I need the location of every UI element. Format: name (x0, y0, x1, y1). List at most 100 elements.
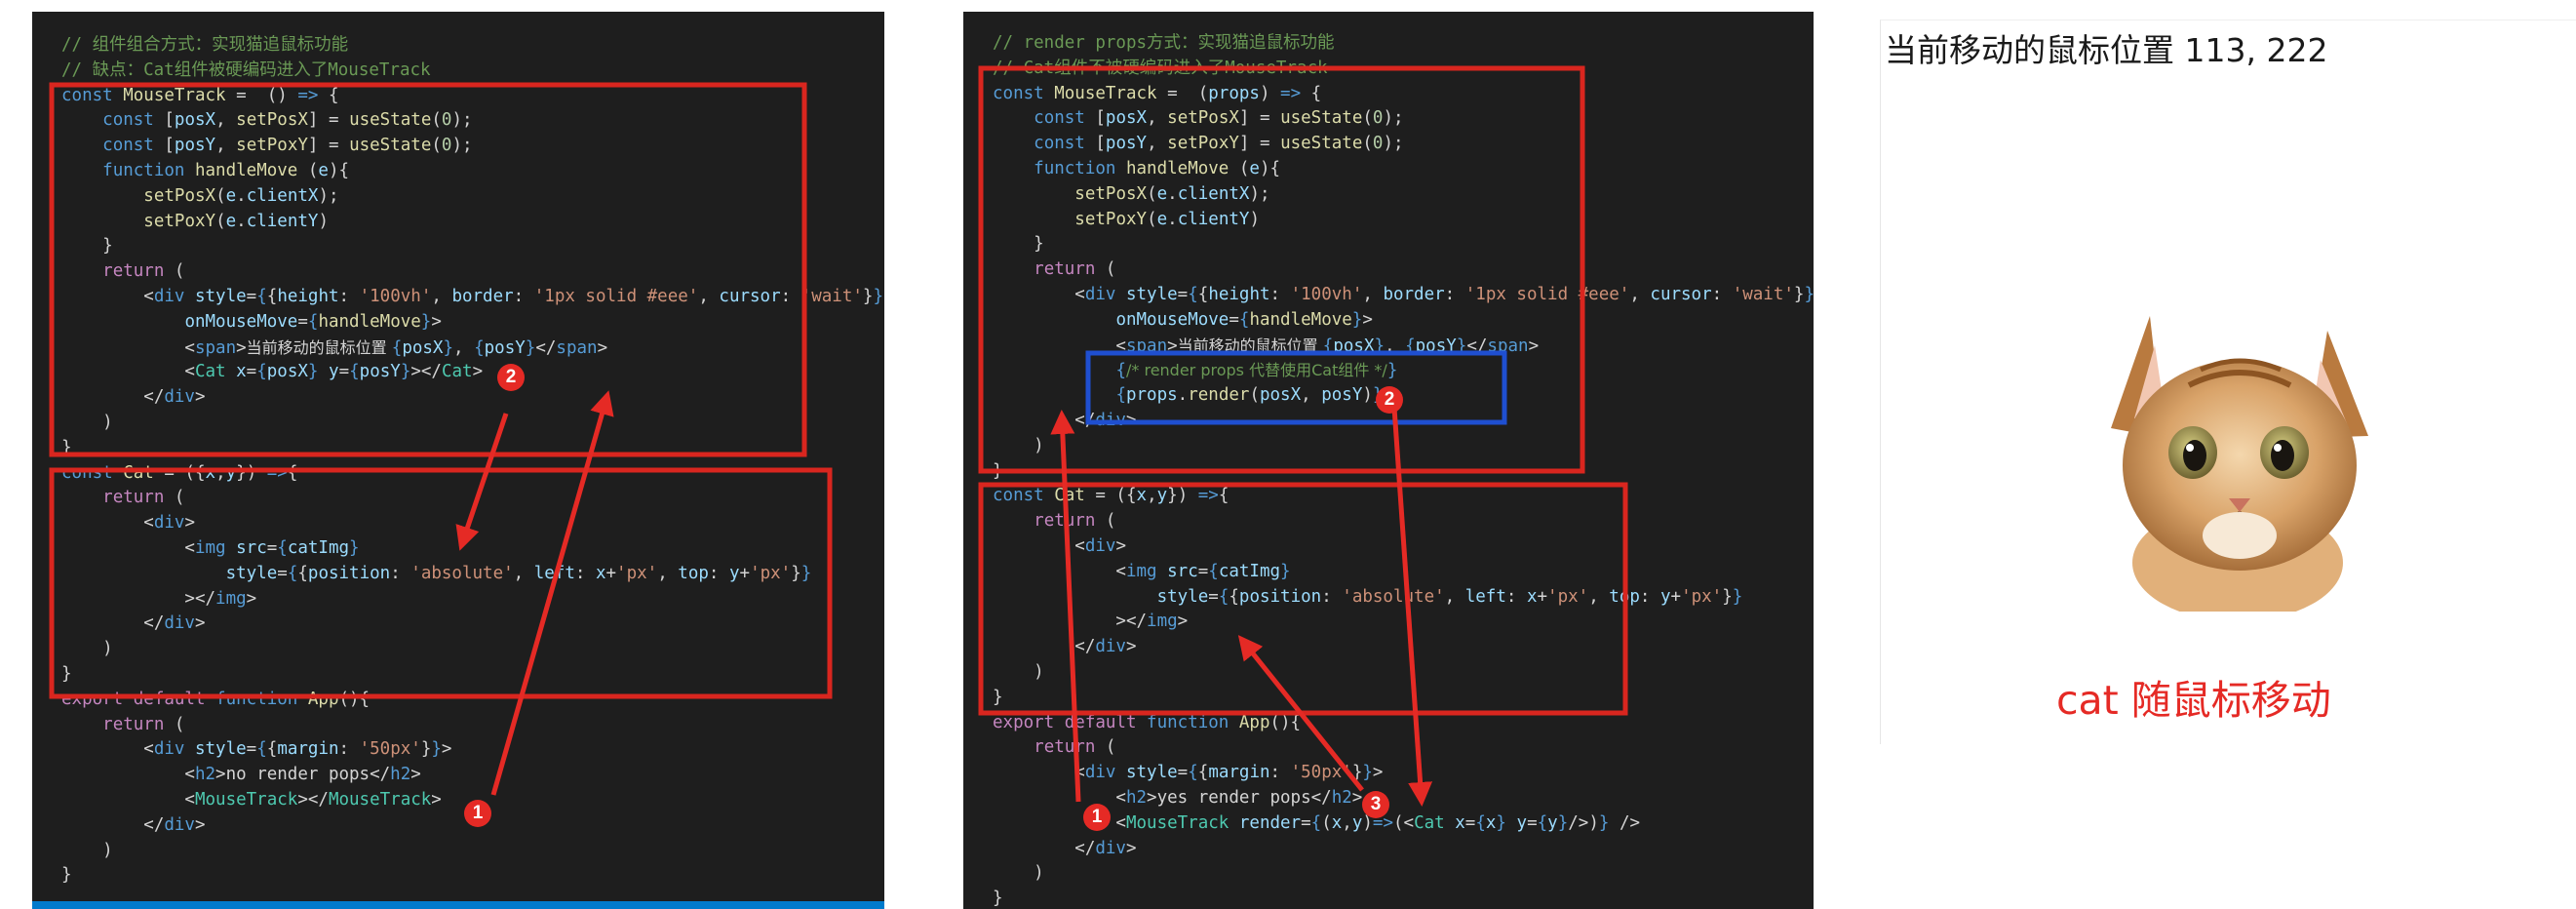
code-token: ( (1249, 385, 1260, 406)
code-line: </div> (993, 837, 1814, 862)
code-token: > (1177, 612, 1189, 632)
code-token: 当前移动的鼠标位置 (1177, 336, 1323, 355)
code-token: { (318, 85, 339, 105)
code-token: '50px' (359, 739, 421, 760)
code-token: ( (1095, 737, 1116, 758)
code-token: ( (1362, 108, 1373, 129)
code-token: = (297, 311, 308, 332)
code-token: span (1487, 336, 1529, 356)
code-token: { (1310, 812, 1322, 833)
code-token: = (1177, 284, 1189, 304)
code-token: return (1034, 511, 1096, 532)
code-token: height (1208, 284, 1270, 304)
code-token: { (1405, 336, 1416, 356)
code-token: return (102, 261, 165, 282)
code-token: = (1197, 561, 1209, 581)
browser-preview: 当前移动的鼠标位置 113, 222 cat 随鼠标移动 (1880, 20, 2576, 744)
code-token: : (1639, 586, 1660, 607)
code-token: ( (431, 136, 442, 156)
code-token: h2 (1331, 787, 1352, 808)
code-token: ( (1147, 183, 1157, 204)
code-token: </ (61, 613, 165, 634)
code-token: useState (349, 110, 432, 131)
code-token: MouseTrack (1054, 83, 1157, 103)
code-token: 'absolute' (1342, 586, 1445, 607)
code-token: , (1342, 812, 1352, 833)
code-line: ) (61, 637, 884, 662)
code-token: : (1505, 586, 1527, 607)
code-token: , (1444, 586, 1465, 607)
code-token: return (1034, 259, 1096, 280)
code-token: 'px' (1547, 586, 1589, 607)
code-token: ] = (1238, 134, 1281, 154)
code-token: Cat (123, 462, 154, 483)
code-token: > (194, 814, 206, 835)
code-token: props (1208, 83, 1260, 103)
code-token: > (1167, 336, 1178, 356)
code-token: } (1374, 336, 1386, 356)
code-token: } (420, 311, 432, 332)
code-token: 'px' (750, 563, 792, 583)
code-token: > (1115, 535, 1126, 556)
code-token: '100vh' (1290, 284, 1363, 304)
code-token: { (297, 563, 308, 583)
code-token: posY (484, 337, 526, 358)
code-line: ) (61, 411, 884, 436)
code-token: , (657, 563, 679, 583)
code-token: MouseTrack (328, 789, 432, 810)
code-token: : (1269, 284, 1291, 304)
code-token: } (400, 362, 411, 382)
code-token: 'px' (616, 563, 658, 583)
code-token: x (1331, 812, 1343, 833)
code-token: = ({ (1084, 486, 1137, 506)
code-token: { (277, 537, 288, 558)
code-token: setPoxY (143, 211, 216, 231)
code-token: < (993, 763, 1085, 783)
code-line: } (61, 662, 884, 688)
code-line: return ( (61, 486, 884, 511)
code-token: , (215, 136, 237, 156)
code-token: } (800, 563, 812, 583)
code-token: MouseTrack (194, 789, 298, 810)
code-token: , (431, 286, 452, 306)
code-line: const MouseTrack = () => { (61, 84, 884, 109)
code-token: '100vh' (359, 286, 432, 306)
code-token: '50px' (1290, 763, 1352, 783)
code-token: style (1125, 284, 1178, 304)
code-token: < (61, 337, 195, 358)
code-token: > (597, 337, 608, 358)
code-token: 0 (441, 110, 452, 131)
code-token: < (993, 787, 1126, 808)
code-token: div (1095, 410, 1126, 430)
code-token: const (1034, 134, 1085, 154)
code-token: setPosX (236, 110, 308, 131)
code-token: > (1125, 410, 1137, 430)
code-token: handleMove (1125, 158, 1229, 178)
code-token: img (1125, 561, 1168, 581)
code-token: , (1362, 284, 1384, 304)
code-token: < (993, 284, 1085, 304)
code-token: function (102, 160, 195, 180)
code-token: posX (266, 362, 308, 382)
code-token: }) (236, 462, 267, 483)
code-line: ) (993, 434, 1814, 459)
code-token: e (1156, 209, 1168, 229)
code-token: { (1229, 586, 1239, 607)
code-token: src (236, 537, 267, 558)
code-token: height (277, 286, 339, 306)
code-token: img (194, 537, 237, 558)
code-token: clientY (246, 211, 319, 231)
code-token: posX (1105, 108, 1148, 129)
code-token: ( (1095, 511, 1116, 532)
code-line: } (61, 234, 884, 259)
code-line: function handleMove (e){ (993, 157, 1814, 182)
code-token: [ (153, 136, 175, 156)
code-token: + (605, 563, 617, 583)
code-token: ( (215, 211, 226, 231)
code-token: x (1455, 812, 1465, 833)
code-token: x (1136, 486, 1148, 506)
code-token: clientY (1177, 209, 1250, 229)
code-token: /* render props 代替使用Cat组件 */ (1125, 361, 1387, 380)
